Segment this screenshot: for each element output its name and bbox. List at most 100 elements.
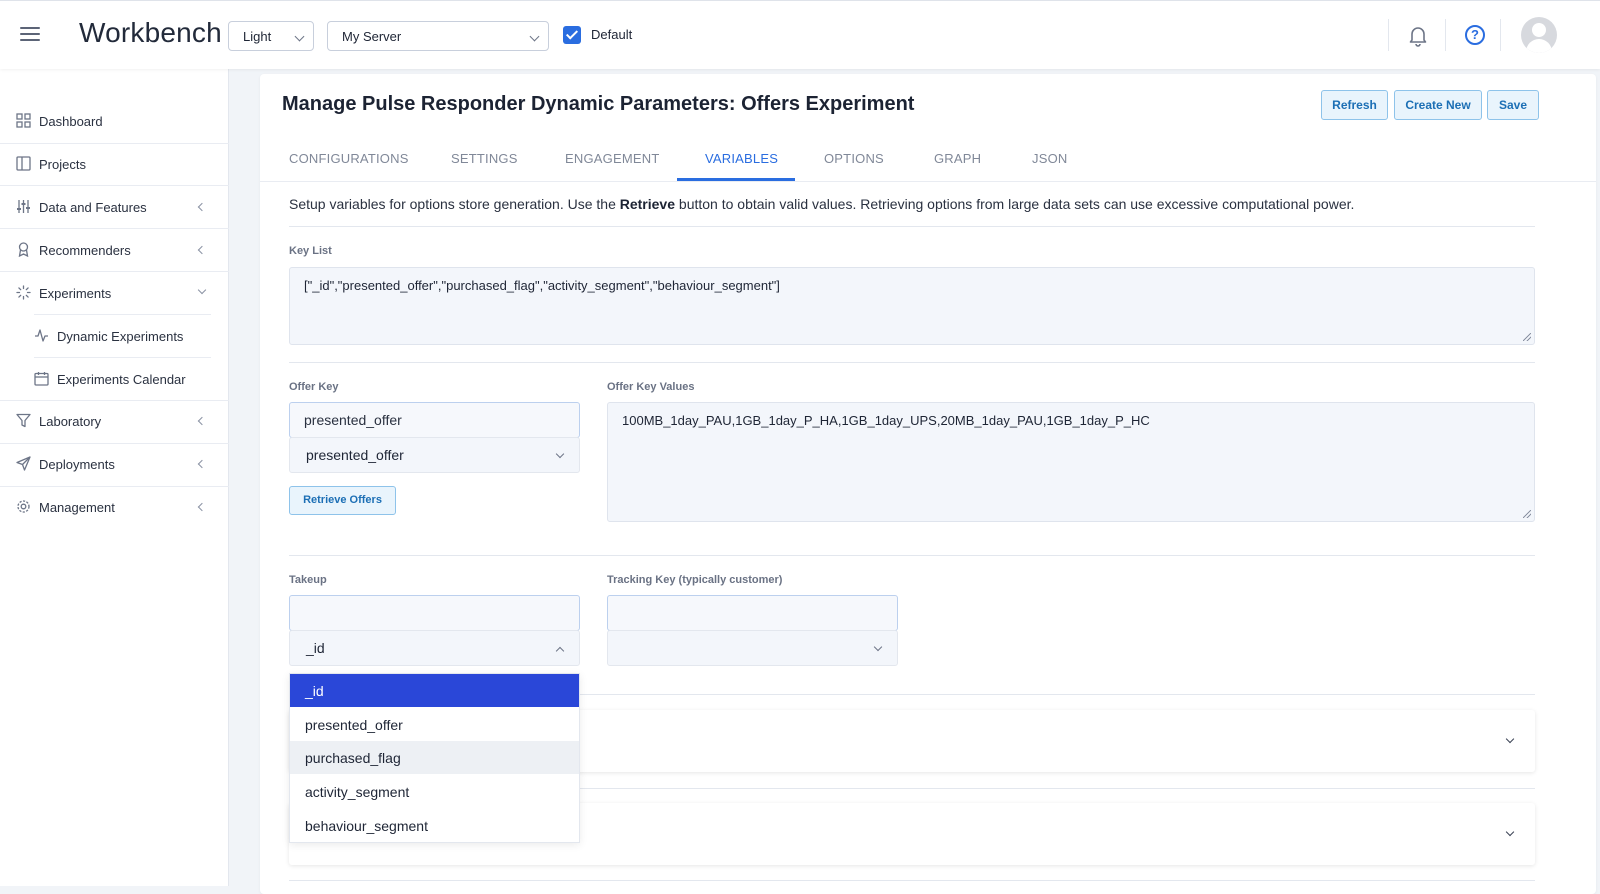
- sidebar-item-label: Laboratory: [39, 414, 102, 429]
- chevron-down-icon: [1505, 734, 1515, 744]
- header-divider: [1445, 19, 1446, 51]
- loader-icon: [16, 285, 31, 300]
- create-new-button[interactable]: Create New: [1394, 90, 1482, 120]
- filter-icon: [16, 413, 31, 428]
- award-icon: [18, 242, 29, 257]
- sidebar-item-experiments-calendar[interactable]: Experiments Calendar: [0, 358, 229, 401]
- dashboard-icon: [16, 113, 31, 128]
- sidebar: Dashboard Projects Data and Features Rec…: [0, 69, 229, 886]
- sidebar-item-label: Dynamic Experiments: [57, 329, 184, 344]
- sidebar-item-recommenders[interactable]: Recommenders: [0, 229, 229, 272]
- tracking-key-label: Tracking Key (typically customer): [607, 574, 783, 586]
- sidebar-item-management[interactable]: Management: [0, 486, 229, 529]
- takeup-select-value: _id: [306, 640, 325, 656]
- chevron-down-icon: [873, 642, 883, 652]
- server-select-value: My Server: [342, 29, 402, 44]
- variables-description: Setup variables for options store genera…: [289, 196, 1354, 212]
- activity-icon: [35, 329, 48, 342]
- server-select[interactable]: My Server: [327, 21, 549, 51]
- header-divider: [1388, 19, 1389, 51]
- tab-options[interactable]: OPTIONS: [824, 151, 884, 166]
- chevron-left-icon: [197, 202, 207, 212]
- bell-icon[interactable]: [1408, 25, 1428, 47]
- dropdown-option[interactable]: activity_segment: [290, 775, 579, 808]
- key-list-value: ["_id","presented_offer","purchased_flag…: [304, 278, 780, 293]
- chevron-left-icon: [197, 502, 207, 512]
- sidebar-item-label: Data and Features: [39, 200, 147, 215]
- retrieve-offers-button[interactable]: Retrieve Offers: [289, 486, 396, 515]
- chevron-down-icon: [294, 31, 305, 42]
- divider: [289, 362, 1535, 363]
- divider: [289, 555, 1535, 556]
- dropdown-option[interactable]: purchased_flag: [290, 741, 579, 774]
- resize-handle-icon[interactable]: [1523, 510, 1531, 518]
- offer-key-values-label: Offer Key Values: [607, 381, 695, 393]
- offer-key-input[interactable]: presented_offer: [289, 402, 580, 438]
- sidebar-item-data-and-features[interactable]: Data and Features: [0, 186, 229, 229]
- chevron-left-icon: [197, 245, 207, 255]
- dropdown-option[interactable]: _id: [290, 674, 579, 707]
- avatar[interactable]: [1521, 17, 1557, 53]
- offer-key-select-value: presented_offer: [306, 447, 404, 463]
- sidebar-item-label: Recommenders: [39, 243, 131, 258]
- resize-handle-icon[interactable]: [1523, 333, 1531, 341]
- gear-icon: [17, 500, 30, 513]
- sidebar-item-label: Deployments: [39, 457, 115, 472]
- send-icon: [16, 456, 31, 471]
- theme-select-value: Light: [243, 29, 272, 44]
- chevron-up-icon: [555, 646, 565, 656]
- description-text: button to obtain valid values. Retrievin…: [675, 196, 1355, 212]
- tab-configurations[interactable]: CONFIGURATIONS: [289, 151, 409, 166]
- sidebar-item-experiments[interactable]: Experiments: [0, 272, 229, 315]
- takeup-label: Takeup: [289, 574, 327, 586]
- offer-key-select[interactable]: presented_offer: [289, 437, 580, 473]
- sidebar-item-dashboard[interactable]: Dashboard: [0, 100, 229, 143]
- tab-json[interactable]: JSON: [1032, 151, 1067, 166]
- chevron-down-icon: [555, 449, 565, 459]
- chevron-left-icon: [197, 459, 207, 469]
- offer-key-label: Offer Key: [289, 381, 339, 393]
- key-list-label: Key List: [289, 245, 332, 257]
- offer-key-values-textarea[interactable]: 100MB_1day_PAU,1GB_1day_P_HA,1GB_1day_UP…: [607, 402, 1535, 522]
- chevron-down-icon: [529, 31, 540, 42]
- key-list-textarea[interactable]: ["_id","presented_offer","purchased_flag…: [289, 267, 1535, 345]
- sidebar-item-label: Experiments Calendar: [57, 372, 186, 387]
- calendar-icon: [34, 372, 49, 386]
- projects-icon: [16, 156, 31, 171]
- description-bold-text: Retrieve: [619, 196, 676, 212]
- takeup-input[interactable]: [289, 595, 580, 631]
- save-button[interactable]: Save: [1487, 90, 1539, 120]
- refresh-button[interactable]: Refresh: [1321, 90, 1388, 120]
- sidebar-item-label: Dashboard: [39, 114, 103, 129]
- takeup-dropdown-menu: _id presented_offer purchased_flag activ…: [289, 673, 580, 843]
- tab-variables[interactable]: VARIABLES: [705, 151, 778, 166]
- header-divider: [1500, 19, 1501, 51]
- chevron-left-icon: [197, 416, 207, 426]
- top-header: Workbench Light My Server Default ?: [0, 0, 1600, 69]
- sidebar-item-deployments[interactable]: Deployments: [0, 443, 229, 486]
- app-title: Workbench: [79, 17, 222, 48]
- tab-graph[interactable]: GRAPH: [934, 151, 981, 166]
- default-checkbox-label: Default: [591, 27, 633, 42]
- takeup-select[interactable]: _id: [289, 630, 580, 666]
- tab-settings[interactable]: SETTINGS: [451, 151, 518, 166]
- default-checkbox[interactable]: [563, 26, 581, 44]
- theme-select[interactable]: Light: [228, 21, 314, 51]
- chevron-down-icon: [197, 285, 207, 295]
- sidebar-item-label: Projects: [39, 157, 86, 172]
- sidebar-item-laboratory[interactable]: Laboratory: [0, 400, 229, 443]
- page-title: Manage Pulse Responder Dynamic Parameter…: [282, 93, 915, 115]
- divider: [289, 226, 1535, 227]
- dropdown-option[interactable]: behaviour_segment: [290, 809, 579, 842]
- sidebar-item-projects[interactable]: Projects: [0, 143, 229, 186]
- sidebar-item-label: Management: [39, 500, 115, 515]
- tab-engagement[interactable]: ENGAGEMENT: [565, 151, 659, 166]
- tracking-key-input[interactable]: [607, 595, 898, 631]
- help-icon[interactable]: ?: [1465, 25, 1485, 45]
- tracking-key-select[interactable]: [607, 630, 898, 666]
- sidebar-item-dynamic-experiments[interactable]: Dynamic Experiments: [0, 315, 229, 358]
- hamburger-menu-icon[interactable]: [20, 27, 40, 43]
- divider: [289, 880, 1535, 881]
- description-text: Setup variables for options store genera…: [289, 196, 620, 212]
- dropdown-option[interactable]: presented_offer: [290, 708, 579, 741]
